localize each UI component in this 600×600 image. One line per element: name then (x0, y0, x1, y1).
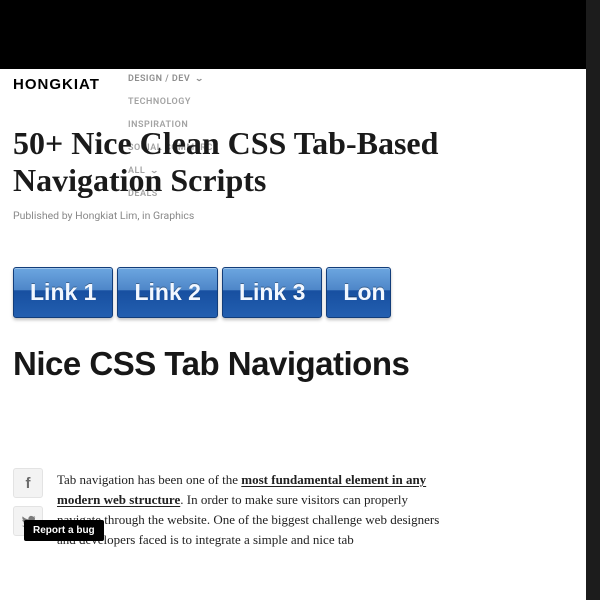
category-link[interactable]: Graphics (153, 209, 194, 222)
scrollbar[interactable] (586, 0, 600, 600)
body-text-run: Tab navigation has been one of the (57, 472, 241, 487)
share-facebook-button[interactable]: f (13, 468, 43, 498)
report-bug-button[interactable]: Report a bug (24, 520, 104, 541)
nav-item-technology[interactable]: TECHNOLOGY (128, 92, 218, 115)
author-link[interactable]: Hongkiat Lim (75, 209, 137, 222)
article-body: Tab navigation has been one of the most … (57, 470, 447, 551)
hero-tab: Link 1 (13, 267, 113, 318)
facebook-icon: f (26, 475, 31, 492)
nav-label: DESIGN / DEV (128, 74, 190, 84)
hero-image: Link 1 Link 2 Link 3 Lon Nice CSS Tab Na… (13, 255, 440, 415)
hero-tab-row: Link 1 Link 2 Link 3 Lon (13, 267, 391, 318)
hero-tab: Link 2 (117, 267, 217, 318)
site-header: HONGKIAT (0, 69, 600, 97)
hero-tab: Link 3 (222, 267, 322, 318)
chevron-down-icon: ⌄ (195, 74, 205, 83)
nav-item-design-dev[interactable]: DESIGN / DEV ⌄ (128, 69, 218, 92)
hero-caption: Nice CSS Tab Navigations (13, 345, 409, 383)
article-header: 50+ Nice Clean CSS Tab-Based Navigation … (13, 125, 587, 222)
page-title: 50+ Nice Clean CSS Tab-Based Navigation … (13, 125, 587, 199)
meta-in: , in (137, 209, 153, 222)
site-logo[interactable]: HONGKIAT (13, 76, 100, 93)
hero-tab: Lon (326, 267, 390, 318)
top-banner (0, 0, 600, 69)
article-meta: Published by Hongkiat Lim, in Graphics (13, 209, 587, 222)
meta-prefix: Published by (13, 209, 75, 222)
